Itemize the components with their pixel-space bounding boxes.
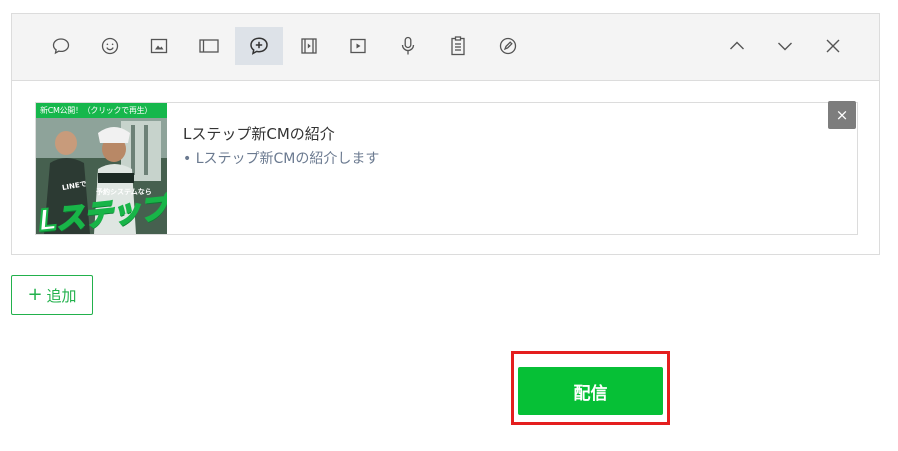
chevron-up-icon[interactable] xyxy=(713,27,761,65)
rich-message-card: 新CM公開！（クリックで再生） LINEで 予約システムなら Lステップ Lステ… xyxy=(35,101,858,235)
message-editor: 新CM公開！（クリックで再生） LINEで 予約システムなら Lステップ Lステ… xyxy=(11,13,880,255)
play-icon[interactable] xyxy=(334,27,382,65)
cm-thumbnail[interactable]: 新CM公開！（クリックで再生） LINEで 予約システムなら Lステップ xyxy=(36,103,167,234)
card-title: Lステップ新CMの紹介 xyxy=(183,125,335,143)
send-button[interactable]: 配信 xyxy=(518,367,663,415)
speech-bubble-icon[interactable] xyxy=(37,27,85,65)
editor-toolbar xyxy=(12,14,879,81)
video-icon[interactable] xyxy=(285,27,333,65)
card-icon[interactable] xyxy=(185,27,233,65)
clipboard-icon[interactable] xyxy=(434,27,482,65)
add-button[interactable]: + 追加 xyxy=(11,275,93,315)
edit-icon[interactable] xyxy=(484,27,532,65)
plus-icon: + xyxy=(27,284,43,305)
card-description-text: Lステップ新CMの紹介します xyxy=(195,151,380,167)
chevron-down-icon[interactable] xyxy=(761,27,809,65)
remove-card-button[interactable]: × xyxy=(828,101,856,129)
bullet-icon: • xyxy=(183,151,196,167)
microphone-icon[interactable] xyxy=(384,27,432,65)
thumbnail-banner: 新CM公開！（クリックで再生） xyxy=(36,103,167,118)
card-description: • Lステップ新CMの紹介します xyxy=(183,148,379,168)
send-button-label: 配信 xyxy=(573,383,608,404)
image-icon[interactable] xyxy=(135,27,183,65)
add-content-icon[interactable] xyxy=(235,27,283,65)
close-icon[interactable] xyxy=(809,27,857,65)
smiley-icon[interactable] xyxy=(86,27,134,65)
add-button-label: 追加 xyxy=(46,286,77,305)
